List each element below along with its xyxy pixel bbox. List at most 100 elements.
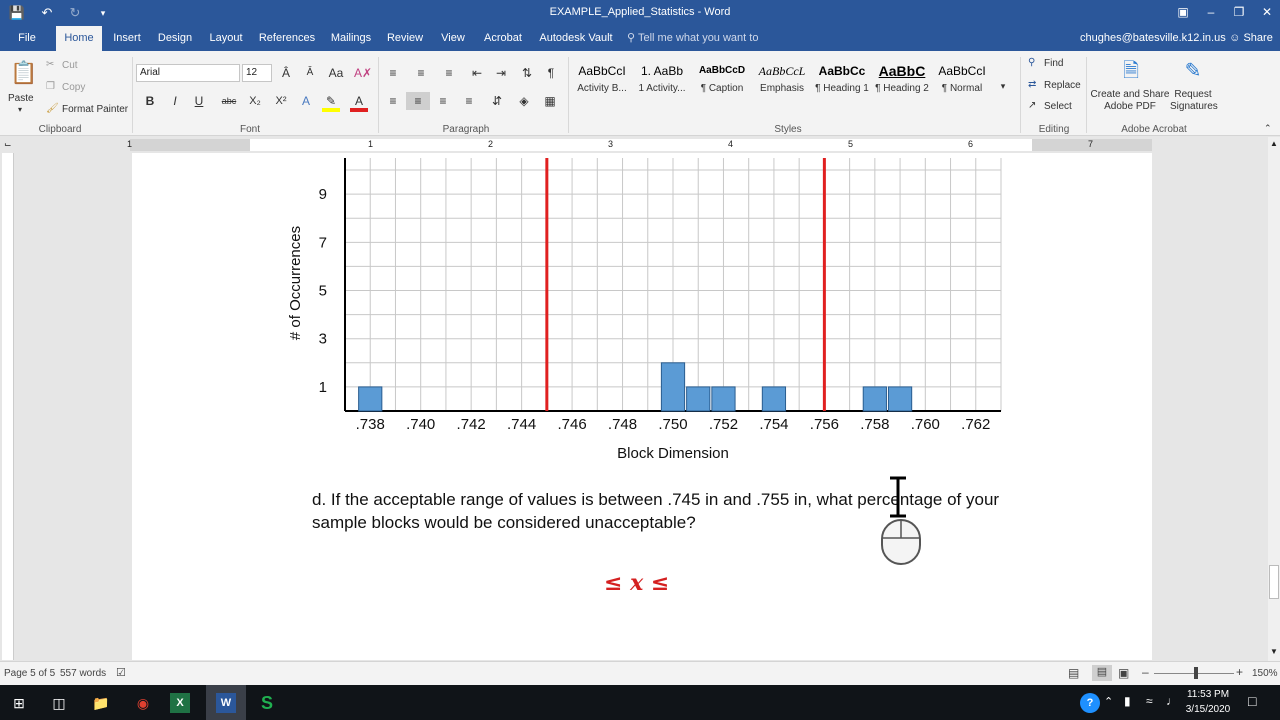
user-account[interactable]: chughes@batesville.k12.in.us [1080, 26, 1226, 51]
tab-file[interactable]: File [8, 26, 46, 51]
file-explorer-icon[interactable]: 📁 [86, 688, 116, 718]
underline-button[interactable]: U [192, 92, 206, 110]
battery-icon[interactable]: ▮ [1124, 694, 1131, 708]
decrease-indent-icon[interactable]: ⇤ [468, 64, 486, 82]
style-heading-2[interactable]: AaBbC ¶ Heading 2 [872, 57, 932, 107]
inequality-formula[interactable]: ≤ x ≤ [604, 570, 669, 596]
close-icon[interactable]: ✕ [1252, 2, 1280, 22]
text-effects-icon[interactable]: A [298, 92, 314, 110]
multilevel-list-icon[interactable]: ≡ [440, 64, 458, 82]
zoom-slider-thumb[interactable] [1194, 667, 1198, 679]
proofing-icon[interactable]: ☑ [116, 666, 126, 679]
replace-icon[interactable]: ⇄ [1028, 79, 1036, 90]
tab-acrobat[interactable]: Acrobat [480, 26, 526, 51]
copy-icon[interactable]: ❐ [46, 81, 55, 92]
font-color-icon[interactable]: A [350, 92, 368, 112]
font-name-combo[interactable]: Arial [136, 64, 240, 82]
styles-more-icon[interactable]: ▾ [996, 77, 1010, 95]
font-size-combo[interactable]: 12 [242, 64, 272, 82]
zoom-out-icon[interactable]: – [1142, 665, 1149, 679]
excel-icon[interactable]: X [170, 693, 190, 713]
strikethrough-button[interactable]: abc [220, 92, 238, 110]
help-icon[interactable]: ? [1080, 693, 1100, 713]
ribbon-display-icon[interactable]: ▣ [1168, 2, 1198, 22]
bullets-icon[interactable]: ≡ [384, 64, 402, 82]
paste-button[interactable]: Paste [8, 93, 34, 104]
select-button[interactable]: Select [1044, 101, 1072, 112]
borders-icon[interactable]: ▦ [540, 92, 560, 110]
format-painter-button[interactable]: Format Painter [62, 104, 128, 115]
replace-button[interactable]: Replace [1044, 80, 1081, 91]
numbering-icon[interactable]: ≡ [412, 64, 430, 82]
tab-review[interactable]: Review [384, 26, 426, 51]
style-heading-1[interactable]: AaBbCc ¶ Heading 1 [812, 57, 872, 107]
paste-dropdown-icon[interactable]: ▾ [18, 105, 22, 114]
s-app-icon[interactable]: S [252, 688, 282, 718]
clock-date[interactable]: 3/15/2020 [1182, 704, 1234, 715]
copy-button[interactable]: Copy [62, 82, 85, 93]
italic-button[interactable]: I [168, 92, 182, 110]
scroll-thumb[interactable] [1269, 565, 1279, 599]
tab-autodesk-vault[interactable]: Autodesk Vault [536, 26, 616, 51]
find-button[interactable]: Find [1044, 58, 1063, 69]
justify-icon[interactable]: ≡ [460, 92, 478, 110]
chrome-icon[interactable]: ◉ [128, 688, 158, 718]
scroll-down-icon[interactable]: ▼ [1270, 647, 1278, 656]
tab-design[interactable]: Design [154, 26, 196, 51]
request-signatures-button[interactable]: Request Signatures [1170, 89, 1218, 113]
read-mode-icon[interactable]: ▤ [1068, 666, 1079, 680]
shading-icon[interactable]: ◈ [514, 92, 534, 110]
zoom-level[interactable]: 150% [1252, 668, 1278, 679]
increase-indent-icon[interactable]: ⇥ [492, 64, 510, 82]
style-caption[interactable]: AaBbCcD ¶ Caption [692, 57, 752, 107]
start-icon[interactable]: ⊞ [4, 688, 34, 718]
cut-button[interactable]: Cut [62, 60, 78, 71]
wifi-icon[interactable]: ≈ [1146, 694, 1153, 708]
tab-references[interactable]: References [256, 26, 318, 51]
style-emphasis[interactable]: AaBbCcL Emphasis [752, 57, 812, 107]
share-button[interactable]: ☺ Share [1228, 26, 1274, 51]
print-layout-icon[interactable]: ▤ [1092, 665, 1112, 681]
clock-time[interactable]: 11:53 PM [1186, 689, 1230, 700]
align-left-icon[interactable]: ≡ [384, 92, 402, 110]
style-activity-b[interactable]: AaBbCcI Activity B... [572, 57, 632, 107]
create-share-pdf-button[interactable]: Create and Share Adobe PDF [1090, 89, 1170, 113]
minimize-icon[interactable]: – [1196, 2, 1226, 22]
highlight-icon[interactable]: ✎ [322, 92, 340, 112]
word-icon[interactable]: W [216, 693, 236, 713]
shrink-font-icon[interactable]: Ǎ [302, 64, 318, 82]
grow-font-icon[interactable]: Â [278, 64, 294, 82]
show-formatting-button[interactable]: ¶ [544, 64, 558, 82]
change-case-icon[interactable]: Aa [326, 64, 346, 82]
vertical-scrollbar[interactable]: ▲ ▼ [1268, 137, 1280, 661]
align-center-icon[interactable]: ≡ [406, 92, 430, 110]
create-pdf-icon[interactable]: 🗎 [1118, 57, 1144, 85]
superscript-button[interactable]: X² [272, 92, 290, 110]
tell-me-search[interactable]: Tell me what you want to do... [638, 26, 778, 69]
word-count[interactable]: 557 words [60, 668, 106, 679]
zoom-in-icon[interactable]: + [1236, 665, 1243, 679]
style-normal[interactable]: AaBbCcI ¶ Normal [932, 57, 992, 107]
volume-icon[interactable]: ♩ [1166, 694, 1178, 708]
style-1-activity[interactable]: 1. AaBb 1 Activity... [632, 57, 692, 107]
paste-icon[interactable]: 📋 [10, 59, 37, 87]
subscript-button[interactable]: X₂ [246, 92, 264, 110]
align-right-icon[interactable]: ≡ [434, 92, 452, 110]
tab-insert[interactable]: Insert [108, 26, 146, 51]
tab-selector-icon[interactable]: ⌙ [4, 139, 12, 150]
web-layout-icon[interactable]: ▣ [1118, 666, 1129, 680]
request-signatures-icon[interactable]: ✎ [1180, 57, 1206, 85]
bold-button[interactable]: B [143, 92, 157, 110]
tab-layout[interactable]: Layout [204, 26, 248, 51]
sort-icon[interactable]: ⇅ [518, 64, 536, 82]
tab-view[interactable]: View [434, 26, 472, 51]
select-icon[interactable]: ↗ [1028, 100, 1036, 111]
cut-icon[interactable]: ✂ [46, 59, 54, 70]
collapse-ribbon-icon[interactable]: ⌃ [1264, 123, 1272, 134]
restore-icon[interactable]: ❐ [1224, 2, 1254, 22]
scroll-up-icon[interactable]: ▲ [1270, 139, 1278, 148]
tab-home[interactable]: Home [56, 26, 102, 51]
page-count[interactable]: Page 5 of 5 [4, 668, 55, 679]
notification-icon[interactable]: □ [1248, 693, 1256, 709]
tab-mailings[interactable]: Mailings [326, 26, 376, 51]
